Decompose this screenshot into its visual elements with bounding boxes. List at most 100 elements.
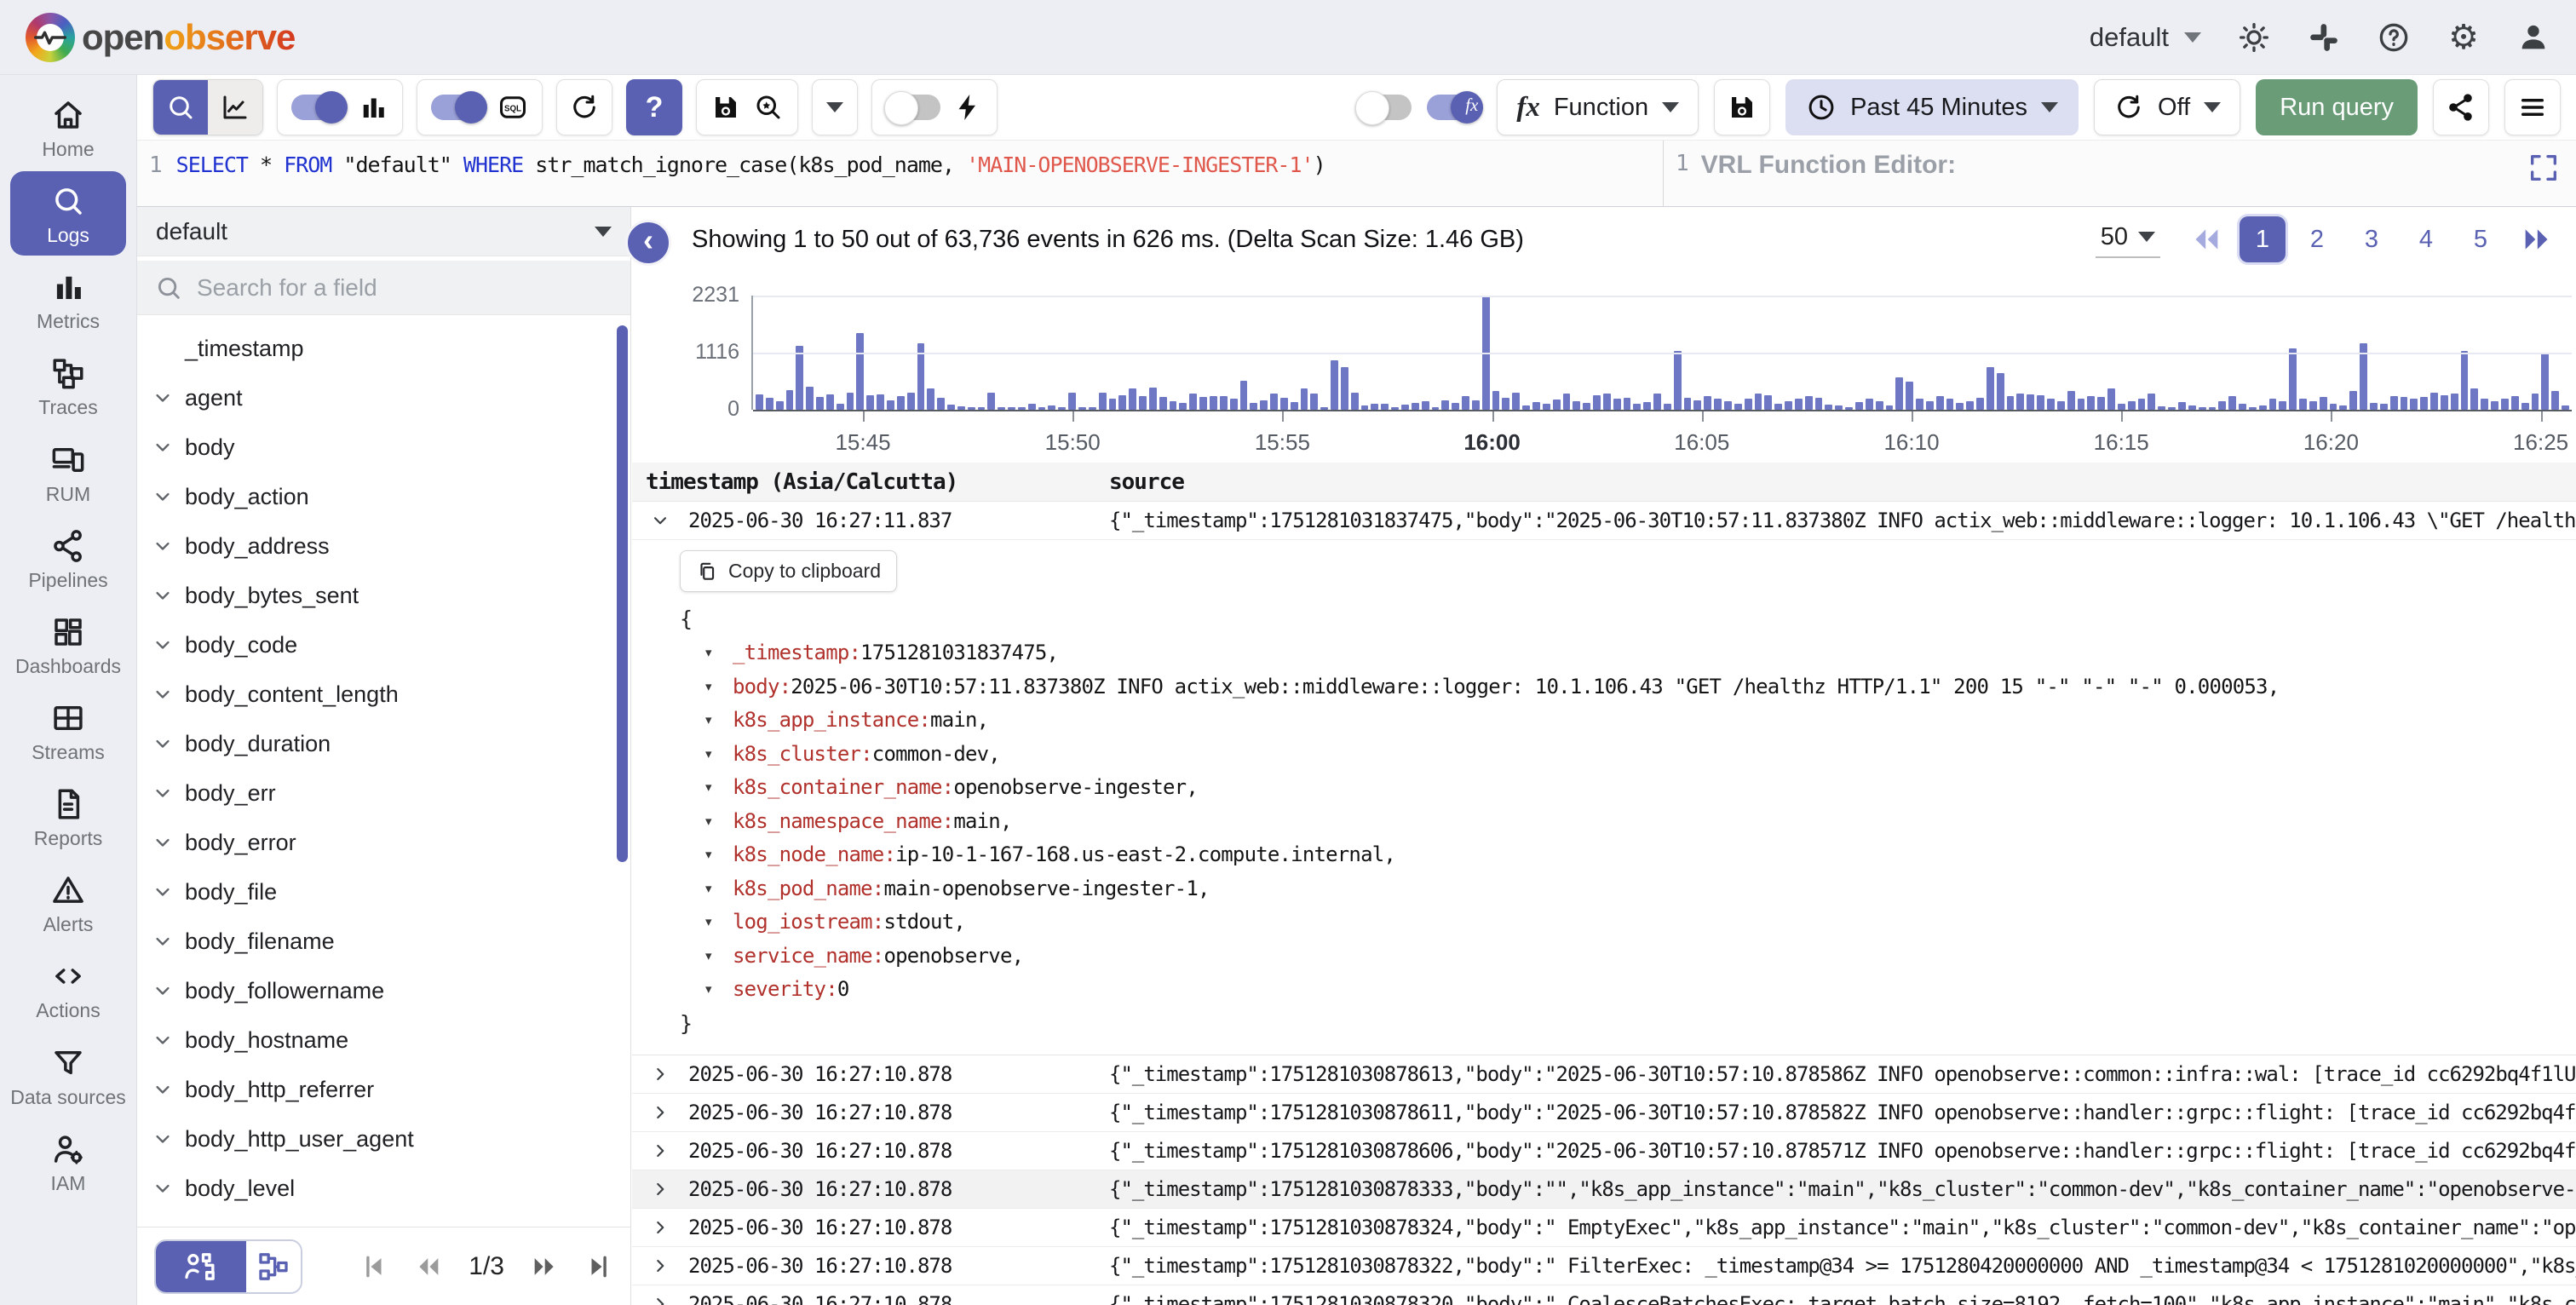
prev-pages-icon[interactable] [2189,222,2223,256]
field-item-body_followername[interactable]: body_followername [137,966,630,1015]
save-search-icon[interactable] [710,92,741,123]
menu-button[interactable] [2504,79,2561,135]
log-row[interactable]: 2025-06-30 16:27:10.878{"_timestamp":175… [632,1285,2576,1305]
collapse-key-icon[interactable]: ▾ [705,670,733,704]
expand-row-control[interactable] [632,1101,688,1124]
field-item-body_bytes_sent[interactable]: body_bytes_sent [137,571,630,620]
field-item-body_level[interactable]: body_level [137,1164,630,1213]
sidebar-item-alerts[interactable]: Alerts [5,860,131,945]
field-item-body_http_user_agent[interactable]: body_http_user_agent [137,1114,630,1164]
field-search-input[interactable] [197,274,555,302]
expand-row-control[interactable] [632,1140,688,1162]
log-row[interactable]: 2025-06-30 16:27:10.878{"_timestamp":175… [632,1247,2576,1285]
collapse-key-icon[interactable]: ▾ [705,940,733,974]
collapse-key-icon[interactable]: ▾ [705,704,733,738]
next-pages-icon[interactable] [2520,222,2554,256]
log-row-expanded[interactable]: 2025-06-30 16:27:11.837 {"_timestamp":17… [632,502,2576,540]
field-item-body_duration[interactable]: body_duration [137,719,630,768]
collapse-key-icon[interactable]: ▾ [705,872,733,906]
collapse-key-icon[interactable]: ▾ [705,905,733,940]
gear-icon[interactable]: ⚙ [2447,20,2481,55]
log-row[interactable]: 2025-06-30 16:27:10.878{"_timestamp":175… [632,1055,2576,1094]
search-tab-button[interactable] [153,80,208,135]
sidebar-item-actions[interactable]: Actions [5,946,131,1031]
sidebar-item-home[interactable]: Home [5,85,131,170]
vrl-function-toggle[interactable]: fx [1427,95,1481,120]
saved-views-dropdown-button[interactable] [812,79,858,135]
histogram-toggle[interactable] [291,95,346,120]
share-link-button[interactable] [2433,79,2489,135]
collapse-row-control[interactable] [632,509,688,532]
page-2-button[interactable]: 2 [2294,216,2340,262]
field-item-_timestamp[interactable]: _timestamp [137,324,630,373]
first-page-icon[interactable] [359,1252,388,1281]
field-item-body_content_length[interactable]: body_content_length [137,670,630,719]
stream-select[interactable]: default [137,207,630,256]
help-icon[interactable] [2377,20,2411,55]
field-item-body_err[interactable]: body_err [137,768,630,818]
transform-toggle[interactable] [1357,95,1412,120]
collapse-key-icon[interactable]: ▾ [705,838,733,872]
saved-views-icon[interactable] [753,92,784,123]
collapse-key-icon[interactable]: ▾ [705,771,733,805]
field-item-body_address[interactable]: body_address [137,521,630,571]
collapse-fields-button[interactable]: ‹ [625,220,671,266]
reset-filters-button[interactable] [556,79,612,135]
log-row[interactable]: 2025-06-30 16:27:10.878{"_timestamp":175… [632,1209,2576,1247]
field-item-body_action[interactable]: body_action [137,472,630,521]
time-range-select[interactable]: Past 45 Minutes [1785,79,2079,135]
fields-scrollbar[interactable] [617,325,628,862]
field-item-body_error[interactable]: body_error [137,818,630,867]
prev-page-icon[interactable] [414,1252,443,1281]
page-1-button[interactable]: 1 [2240,216,2286,262]
field-item-body_file[interactable]: body_file [137,867,630,917]
copy-to-clipboard-button[interactable]: Copy to clipboard [680,550,897,592]
sidebar-item-logs[interactable]: Logs [10,171,126,256]
collapse-key-icon[interactable]: ▾ [705,805,733,839]
per-page-select[interactable]: 50 [2096,221,2160,258]
expand-row-control[interactable] [632,1293,688,1305]
sidebar-item-metrics[interactable]: Metrics [5,257,131,342]
expand-row-control[interactable] [632,1216,688,1239]
visualize-tab-button[interactable] [208,80,262,135]
next-page-icon[interactable] [530,1252,559,1281]
field-item-body_code[interactable]: body_code [137,620,630,670]
organization-select[interactable]: default [2090,22,2201,53]
slack-icon[interactable] [2307,20,2341,55]
sun-icon[interactable] [2237,20,2271,55]
log-row[interactable]: 2025-06-30 16:27:10.878{"_timestamp":175… [632,1170,2576,1209]
field-item-body_http_referrer[interactable]: body_http_referrer [137,1065,630,1114]
save-function-button[interactable] [1714,79,1770,135]
collapse-key-icon[interactable]: ▾ [705,973,733,1007]
sidebar-item-streams[interactable]: Streams [5,688,131,773]
vrl-function-editor[interactable]: 1 VRL Function Editor: [1663,141,2576,206]
sidebar-item-pipelines[interactable]: Pipelines [5,516,131,601]
run-query-button[interactable]: Run query [2256,79,2418,135]
expand-row-control[interactable] [632,1063,688,1085]
expand-row-control[interactable] [632,1178,688,1200]
fullscreen-icon[interactable] [2527,151,2561,185]
help-button[interactable]: ? [626,79,682,135]
quick-mode-toggle[interactable] [886,95,940,120]
field-item-body[interactable]: body [137,423,630,472]
field-item-body_hostname[interactable]: body_hostname [137,1015,630,1065]
log-row[interactable]: 2025-06-30 16:27:10.878{"_timestamp":175… [632,1132,2576,1170]
field-item-body_filename[interactable]: body_filename [137,917,630,966]
person-icon[interactable] [2516,20,2550,55]
sidebar-item-data-sources[interactable]: Data sources [5,1033,131,1118]
events-histogram[interactable]: 011162231 15:4515:5015:5516:0016:0516:10… [632,272,2576,463]
sql-mode-toggle[interactable] [431,95,486,120]
sidebar-item-reports[interactable]: Reports [5,774,131,859]
fields-view-schema-button[interactable] [246,1241,301,1292]
last-page-icon[interactable] [584,1252,613,1281]
sidebar-item-traces[interactable]: Traces [5,343,131,428]
page-5-button[interactable]: 5 [2458,216,2504,262]
collapse-key-icon[interactable]: ▾ [705,636,733,670]
sql-query-editor[interactable]: 1 SELECT * FROM "default" WHERE str_matc… [137,141,1663,206]
refresh-interval-select[interactable]: Off [2094,79,2240,135]
column-header-timestamp[interactable]: timestamp (Asia/Calcutta) [632,469,1109,495]
fields-view-user-button[interactable] [156,1241,246,1292]
field-item-agent[interactable]: agent [137,373,630,423]
sidebar-item-iam[interactable]: IAM [5,1119,131,1204]
log-row[interactable]: 2025-06-30 16:27:10.878{"_timestamp":175… [632,1094,2576,1132]
